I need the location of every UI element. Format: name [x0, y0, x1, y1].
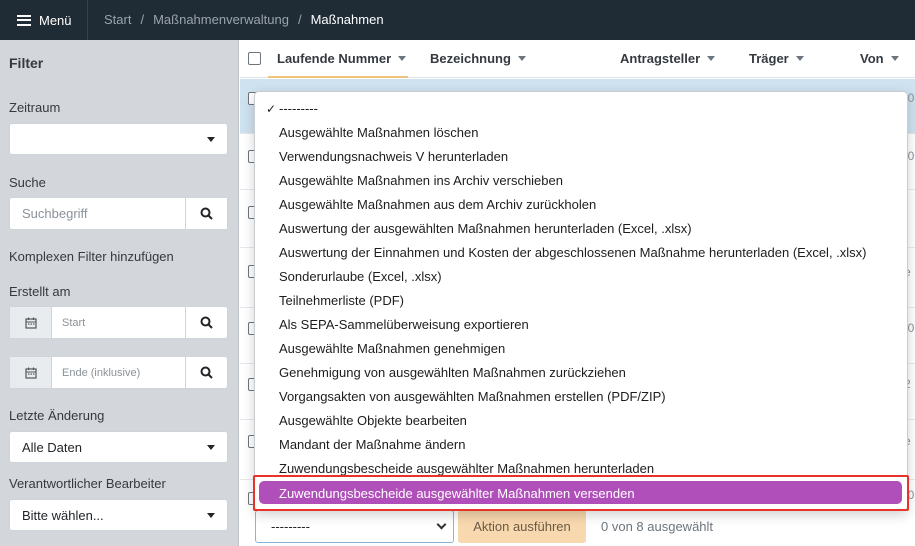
- top-navbar: Menü Start / Maßnahmenverwaltung / Maßna…: [0, 0, 915, 40]
- sort-caret-icon: [890, 56, 899, 61]
- menu-item-archive[interactable]: Ausgewählte Maßnahmen ins Archiv verschi…: [279, 173, 563, 188]
- menu-item-vorgangsakten[interactable]: Vorgangsakten von ausgewählten Maßnahmen…: [279, 389, 666, 404]
- bulk-action-select[interactable]: ---------: [255, 510, 454, 543]
- search-icon: [200, 207, 213, 220]
- zeitraum-select[interactable]: [9, 123, 228, 155]
- search-button[interactable]: [185, 198, 227, 229]
- breadcrumb-separator: /: [297, 12, 302, 27]
- sort-caret-icon: [795, 56, 804, 61]
- table-header: Laufende Nummer Bezeichnung Antragstelle…: [240, 40, 915, 78]
- erstellt-label: Erstellt am: [9, 284, 71, 299]
- sort-caret-icon: [517, 56, 526, 61]
- topbar-divider: [87, 0, 88, 40]
- sort-caret-icon: [398, 56, 407, 61]
- annotation-highlight-box: [253, 475, 909, 511]
- breadcrumb-massnahmenverwaltung[interactable]: Maßnahmenverwaltung: [153, 12, 289, 27]
- chevron-down-icon: [436, 519, 447, 530]
- start-date-search-button[interactable]: [185, 307, 227, 338]
- end-date-input[interactable]: Ende (inklusive): [52, 357, 185, 388]
- caret-down-icon: [207, 445, 215, 450]
- menu-item-export-xlsx[interactable]: Auswertung der ausgewählten Maßnahmen he…: [279, 221, 692, 236]
- execute-action-button[interactable]: Aktion ausführen: [458, 510, 586, 543]
- menu-button-label: Menü: [39, 12, 72, 28]
- menu-item-export-costs[interactable]: Auswertung der Einnahmen und Kosten der …: [279, 245, 867, 260]
- column-traeger[interactable]: Träger: [749, 51, 804, 66]
- breadcrumb-current: Maßnahmen: [310, 12, 384, 27]
- suche-label: Suche: [9, 175, 46, 190]
- complex-filter-link[interactable]: Komplexen Filter hinzufügen: [9, 249, 174, 264]
- bulk-action-dropdown-menu: ✓ --------- Ausgewählte Maßnahmen lösche…: [254, 91, 908, 511]
- letzte-aenderung-label: Letzte Änderung: [9, 408, 105, 423]
- menu-item-none[interactable]: ---------: [279, 101, 318, 116]
- sort-caret-icon: [707, 56, 716, 61]
- breadcrumb: Start / Maßnahmenverwaltung / Maßnahmen: [104, 12, 384, 27]
- bearbeiter-label: Verantwortlicher Bearbeiter: [9, 476, 166, 491]
- checkmark-icon: ✓: [266, 102, 277, 116]
- calendar-icon: [10, 307, 52, 338]
- menu-button[interactable]: Menü: [17, 10, 72, 30]
- bearbeiter-value: Bitte wählen...: [22, 507, 104, 523]
- zeitraum-label: Zeitraum: [9, 100, 61, 115]
- search-input[interactable]: Suchbegriff: [10, 198, 185, 229]
- menu-item-download-bescheide[interactable]: Zuwendungsbescheide ausgewählter Maßnahm…: [279, 461, 654, 476]
- calendar-icon: [10, 357, 52, 388]
- menu-item-verwendungsnachweis[interactable]: Verwendungsnachweis V herunterladen: [279, 149, 508, 164]
- filter-title: Filter: [9, 55, 44, 71]
- menu-item-approve[interactable]: Ausgewählte Maßnahmen genehmigen: [279, 341, 505, 356]
- bulk-action-value: ---------: [271, 519, 310, 534]
- letzte-aenderung-select[interactable]: Alle Daten: [9, 431, 228, 463]
- menu-item-revoke[interactable]: Genehmigung von ausgewählten Maßnahmen z…: [279, 365, 626, 380]
- column-von[interactable]: Von: [860, 51, 899, 66]
- column-bezeichnung[interactable]: Bezeichnung: [430, 51, 526, 66]
- menu-item-teilnehmerliste[interactable]: Teilnehmerliste (PDF): [279, 293, 404, 308]
- bearbeiter-select[interactable]: Bitte wählen...: [9, 499, 228, 531]
- breadcrumb-separator: /: [140, 12, 145, 27]
- column-laufende-nummer[interactable]: Laufende Nummer: [277, 51, 407, 66]
- start-date-field: Start: [9, 306, 228, 339]
- menu-item-sepa[interactable]: Als SEPA-Sammelüberweisung exportieren: [279, 317, 529, 332]
- menu-item-change-mandant[interactable]: Mandant der Maßnahme ändern: [279, 437, 465, 452]
- selection-count: 0 von 8 ausgewählt: [601, 519, 714, 534]
- menu-item-edit-objects[interactable]: Ausgewählte Objekte bearbeiten: [279, 413, 467, 428]
- start-date-input[interactable]: Start: [52, 307, 185, 338]
- filter-sidebar: Filter Zeitraum Suche Suchbegriff Komple…: [0, 40, 239, 546]
- end-date-field: Ende (inklusive): [9, 356, 228, 389]
- menu-item-unarchive[interactable]: Ausgewählte Maßnahmen aus dem Archiv zur…: [279, 197, 596, 212]
- caret-down-icon: [207, 137, 215, 142]
- search-field: Suchbegriff: [9, 197, 228, 230]
- menu-item-delete[interactable]: Ausgewählte Maßnahmen löschen: [279, 125, 478, 140]
- column-antragsteller[interactable]: Antragsteller: [620, 51, 716, 66]
- menu-item-sonderurlaube[interactable]: Sonderurlaube (Excel, .xlsx): [279, 269, 442, 284]
- hamburger-icon: [17, 14, 31, 26]
- letzte-aenderung-value: Alle Daten: [22, 439, 82, 455]
- caret-down-icon: [207, 513, 215, 518]
- search-icon: [200, 316, 213, 329]
- end-date-search-button[interactable]: [185, 357, 227, 388]
- select-all-checkbox[interactable]: [248, 52, 261, 65]
- search-icon: [200, 366, 213, 379]
- breadcrumb-start[interactable]: Start: [104, 12, 131, 27]
- active-sort-indicator: [268, 76, 408, 78]
